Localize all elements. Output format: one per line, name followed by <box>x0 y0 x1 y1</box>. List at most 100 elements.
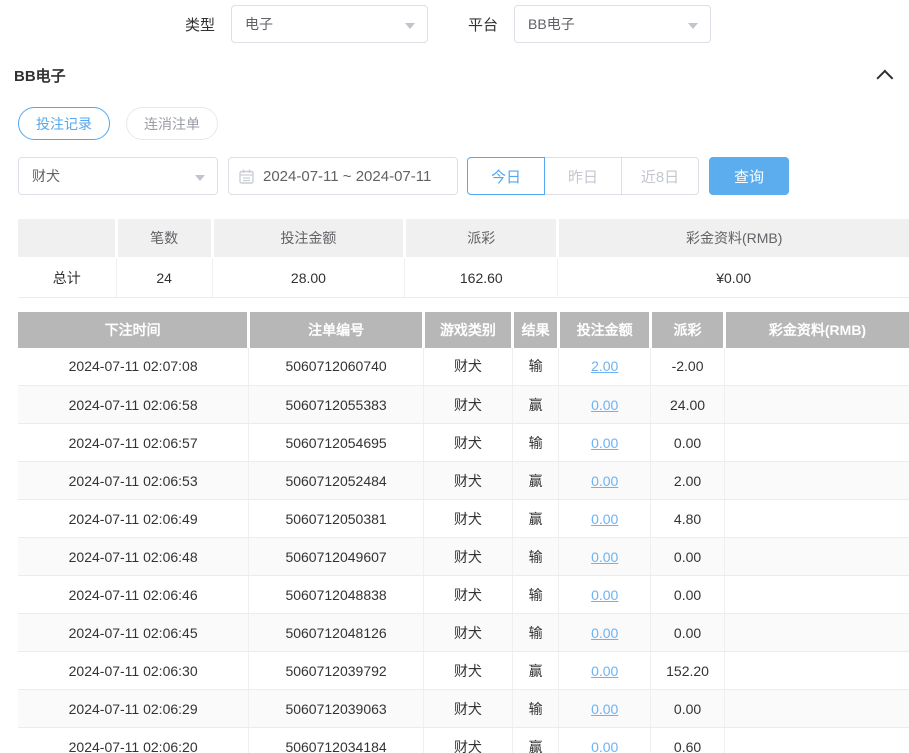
date-range-value: 2024-07-11 ~ 2024-07-11 <box>263 168 431 185</box>
order-number-cell: 5060712050381 <box>249 500 424 538</box>
bonus-cell <box>725 462 909 500</box>
bonus-cell <box>725 538 909 576</box>
records-table: 下注时间 注单编号 游戏类别 结果 投注金额 派彩 彩金资料(RMB) 2024… <box>18 312 909 753</box>
tab-cancelled-orders-label: 连消注单 <box>144 114 200 134</box>
result-cell: 赢 <box>512 500 558 538</box>
table-row: 2024-07-11 02:06:46 5060712048838 财犬 输 0… <box>18 576 909 614</box>
order-number-cell: 5060712052484 <box>249 462 424 500</box>
game-type-cell: 财犬 <box>423 386 512 424</box>
bet-amount-link[interactable]: 0.00 <box>591 397 618 413</box>
bet-amount-cell: 0.00 <box>559 614 651 652</box>
tab-bet-records[interactable]: 投注记录 <box>18 107 110 140</box>
last8days-button-label: 近8日 <box>641 166 679 187</box>
bet-amount-link[interactable]: 0.00 <box>591 625 618 641</box>
bet-amount-link[interactable]: 0.00 <box>591 701 618 717</box>
game-select[interactable]: 财犬 <box>18 157 218 195</box>
section-title: BB电子 <box>14 65 66 86</box>
order-number-cell: 5060712048838 <box>249 576 424 614</box>
summary-header-empty <box>18 219 116 258</box>
result-cell: 输 <box>512 424 558 462</box>
game-type-cell: 财犬 <box>423 728 512 753</box>
records-header-bet: 投注金额 <box>559 312 651 348</box>
date-range-input[interactable]: 2024-07-11 ~ 2024-07-11 <box>228 157 458 195</box>
bonus-cell <box>725 728 909 753</box>
chevron-up-icon[interactable] <box>876 69 893 86</box>
payout-cell: 0.00 <box>651 690 725 728</box>
summary-total-label: 总计 <box>18 258 116 297</box>
bonus-cell <box>725 614 909 652</box>
bet-time-cell: 2024-07-11 02:06:57 <box>18 424 249 462</box>
order-number-cell: 5060712039063 <box>249 690 424 728</box>
bonus-cell <box>725 652 909 690</box>
summary-total-bonus: ¥0.00 <box>558 258 909 297</box>
tab-bet-records-label: 投注记录 <box>36 114 92 134</box>
tab-cancelled-orders[interactable]: 连消注单 <box>126 107 218 140</box>
yesterday-button[interactable]: 昨日 <box>544 157 622 195</box>
table-row: 2024-07-11 02:06:20 5060712034184 财犬 赢 0… <box>18 728 909 753</box>
summary-total-row: 总计 24 28.00 162.60 ¥0.00 <box>18 258 909 297</box>
bet-amount-cell: 0.00 <box>559 538 651 576</box>
bet-amount-cell: 0.00 <box>559 690 651 728</box>
bet-amount-cell: 0.00 <box>559 652 651 690</box>
type-select[interactable]: 电子 <box>231 5 428 43</box>
bonus-cell <box>725 576 909 614</box>
game-type-cell: 财犬 <box>423 576 512 614</box>
order-number-cell: 5060712039792 <box>249 652 424 690</box>
records-header-row: 下注时间 注单编号 游戏类别 结果 投注金额 派彩 彩金资料(RMB) <box>18 312 909 348</box>
calendar-icon <box>239 169 254 184</box>
bet-time-cell: 2024-07-11 02:06:30 <box>18 652 249 690</box>
game-type-cell: 财犬 <box>423 690 512 728</box>
game-type-cell: 财犬 <box>423 348 512 386</box>
bet-amount-link[interactable]: 0.00 <box>591 663 618 679</box>
order-number-cell: 5060712034184 <box>249 728 424 753</box>
summary-table: 笔数 投注金额 派彩 彩金资料(RMB) 总计 24 28.00 162.60 … <box>18 219 909 298</box>
payout-cell: 2.00 <box>651 462 725 500</box>
records-header-time: 下注时间 <box>18 312 249 348</box>
result-cell: 输 <box>512 576 558 614</box>
bet-time-cell: 2024-07-11 02:06:49 <box>18 500 249 538</box>
last8days-button[interactable]: 近8日 <box>621 157 699 195</box>
summary-header-count: 笔数 <box>116 219 212 258</box>
bet-amount-link[interactable]: 2.00 <box>591 358 618 374</box>
table-row: 2024-07-11 02:06:49 5060712050381 财犬 赢 0… <box>18 500 909 538</box>
today-button[interactable]: 今日 <box>467 157 545 195</box>
tabs: 投注记录 连消注单 <box>18 107 909 140</box>
summary-total-bet-amount: 28.00 <box>212 258 404 297</box>
bet-amount-link[interactable]: 0.00 <box>591 739 618 753</box>
bet-time-cell: 2024-07-11 02:07:08 <box>18 348 249 386</box>
payout-cell: 0.00 <box>651 614 725 652</box>
type-label: 类型 <box>185 14 215 35</box>
summary-total-count: 24 <box>116 258 212 297</box>
platform-select[interactable]: BB电子 <box>514 5 711 43</box>
bet-amount-link[interactable]: 0.00 <box>591 435 618 451</box>
bet-amount-link[interactable]: 0.00 <box>591 473 618 489</box>
bet-time-cell: 2024-07-11 02:06:58 <box>18 386 249 424</box>
table-row: 2024-07-11 02:06:48 5060712049607 财犬 输 0… <box>18 538 909 576</box>
bet-amount-link[interactable]: 0.00 <box>591 587 618 603</box>
bet-amount-cell: 0.00 <box>559 728 651 753</box>
game-type-cell: 财犬 <box>423 462 512 500</box>
today-button-label: 今日 <box>491 166 521 187</box>
result-cell: 输 <box>512 690 558 728</box>
table-row: 2024-07-11 02:06:45 5060712048126 财犬 输 0… <box>18 614 909 652</box>
platform-select-value: BB电子 <box>528 14 575 34</box>
search-button[interactable]: 查询 <box>709 157 789 195</box>
chevron-down-icon <box>405 23 415 29</box>
payout-cell: 0.00 <box>651 424 725 462</box>
table-row: 2024-07-11 02:07:08 5060712060740 财犬 输 2… <box>18 348 909 386</box>
order-number-cell: 5060712049607 <box>249 538 424 576</box>
payout-cell: 4.80 <box>651 500 725 538</box>
game-type-cell: 财犬 <box>423 424 512 462</box>
bonus-cell <box>725 348 909 386</box>
order-number-cell: 5060712060740 <box>249 348 424 386</box>
records-table-body: 2024-07-11 02:07:08 5060712060740 财犬 输 2… <box>18 348 909 753</box>
bet-amount-link[interactable]: 0.00 <box>591 511 618 527</box>
game-type-cell: 财犬 <box>423 652 512 690</box>
bet-amount-cell: 0.00 <box>559 462 651 500</box>
result-cell: 输 <box>512 614 558 652</box>
bet-amount-link[interactable]: 0.00 <box>591 549 618 565</box>
result-cell: 赢 <box>512 652 558 690</box>
summary-header-bet-amount: 投注金额 <box>212 219 404 258</box>
bonus-cell <box>725 500 909 538</box>
game-type-cell: 财犬 <box>423 538 512 576</box>
